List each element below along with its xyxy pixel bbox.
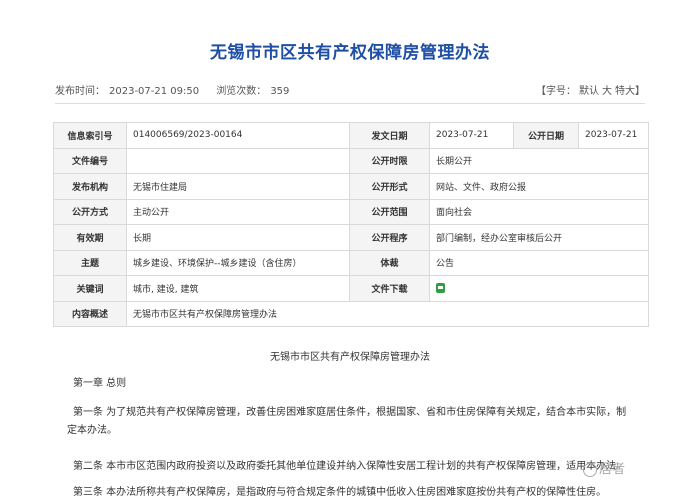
keywords-label: 关键词 [53,275,127,302]
file-download-label: 文件下载 [349,275,430,302]
publish-time-label: 发布时间： [55,86,105,97]
download-file-icon[interactable] [436,283,445,293]
divider [55,103,645,104]
topic-label: 主题 [53,249,127,276]
doc-number-label: 文件编号 [53,147,127,174]
summary-label: 内容概述 [53,300,127,327]
table-row: 关键词 城市, 建设, 建筑 文件下载 [53,275,649,302]
public-procedure-label: 公开程序 [349,224,430,251]
table-row: 文件编号 公开时限 长期公开 [53,147,649,174]
public-procedure-value: 部门编制，经办公室审核后公开 [429,224,649,251]
table-row: 主题 城乡建设、环境保护--城乡建设（含住房） 体裁 公告 [53,249,649,276]
article-3: 第三条 本办法所称共有产权保障房，是指政府与符合规定条件的城镇中低收入住房困难家… [73,487,607,498]
watermark-icon [583,462,597,477]
public-scope-label: 公开范围 [349,198,430,225]
watermark-text: 居者 [599,462,626,477]
article-1-line-1: 第一条 为了规范共有产权保障房管理，改善住房困难家庭居住条件，根据国家、省和市住… [73,407,627,418]
issue-date-value: 2023-07-21 [429,122,514,149]
font-size-prefix: 【字号： [536,86,576,97]
table-row: 公开方式 主动公开 公开范围 面向社会 [53,198,649,225]
publisher-value: 无锡市住建局 [126,173,350,200]
summary-value: 无锡市市区共有产权保障房管理办法 [126,300,649,327]
article-1: 第一条 为了规范共有产权保障房管理，改善住房困难家庭居住条件，根据国家、省和市住… [67,404,658,440]
keywords-value: 城市, 建设, 建筑 [126,275,350,302]
public-method-value: 主动公开 [126,198,350,225]
publisher-label: 发布机构 [53,173,127,200]
meta-row: 发布时间： 2023-07-21 09:50 浏览次数： 359 【字号： 默认大特大… [55,82,645,98]
issue-date-label: 发文日期 [349,122,430,149]
font-size-suffix: 】 [635,86,645,97]
public-method-label: 公开方式 [53,198,127,225]
watermark: 居者 [583,458,625,477]
topic-value: 城乡建设、环境保护--城乡建设（含住房） [126,249,350,276]
table-row: 内容概述 无锡市市区共有产权保障房管理办法 [53,300,649,327]
public-scope-value: 面向社会 [429,198,649,225]
publish-info: 发布时间： 2023-07-21 09:50 浏览次数： 359 [55,82,293,97]
public-form-value: 网站、文件、政府公报 [429,173,649,200]
validity-value: 长期 [126,224,350,251]
views-count: 359 [270,86,290,97]
font-size-xlarge-button[interactable]: 特大 [615,86,635,97]
font-size-control: 【字号： 默认大特大】 [536,82,645,97]
font-size-large-button[interactable]: 大 [602,86,612,97]
article-2: 第二条 本市市区范围内政府投资以及政府委托其他单位建设并纳入保障性安居工程计划的… [73,461,627,472]
genre-label: 体裁 [349,249,430,276]
validity-label: 有效期 [53,224,127,251]
info-table: 信息索引号 014006569/2023-00164 发文日期 2023-07-… [53,122,649,327]
font-size-default-button[interactable]: 默认 [579,86,599,97]
public-period-label: 公开时限 [349,147,430,174]
publish-time: 2023-07-21 09:50 [109,86,200,97]
index-label: 信息索引号 [53,122,127,149]
index-value: 014006569/2023-00164 [126,122,350,149]
doc-number-value [126,147,350,174]
public-date-label: 公开日期 [513,122,579,149]
public-period-value: 长期公开 [429,147,649,174]
table-row: 发布机构 无锡市住建局 公开形式 网站、文件、政府公报 [53,173,649,200]
table-row: 有效期 长期 公开程序 部门编制，经办公室审核后公开 [53,224,649,251]
views-label: 浏览次数： [216,86,267,97]
file-download-cell [429,275,649,302]
article-1-line-2: 定本办法。 [67,425,117,436]
page-title: 无锡市市区共有产权保障房管理办法 [210,43,490,63]
chapter-heading: 第一章 总则 [73,378,127,389]
table-row: 信息索引号 014006569/2023-00164 发文日期 2023-07-… [53,122,649,149]
genre-value: 公告 [429,249,649,276]
public-form-label: 公开形式 [349,173,430,200]
document-heading: 无锡市市区共有产权保障房管理办法 [270,352,430,363]
page: 无锡市市区共有产权保障房管理办法 发布时间： 2023-07-21 09:50 浏… [0,0,700,504]
public-date-value: 2023-07-21 [578,122,649,149]
